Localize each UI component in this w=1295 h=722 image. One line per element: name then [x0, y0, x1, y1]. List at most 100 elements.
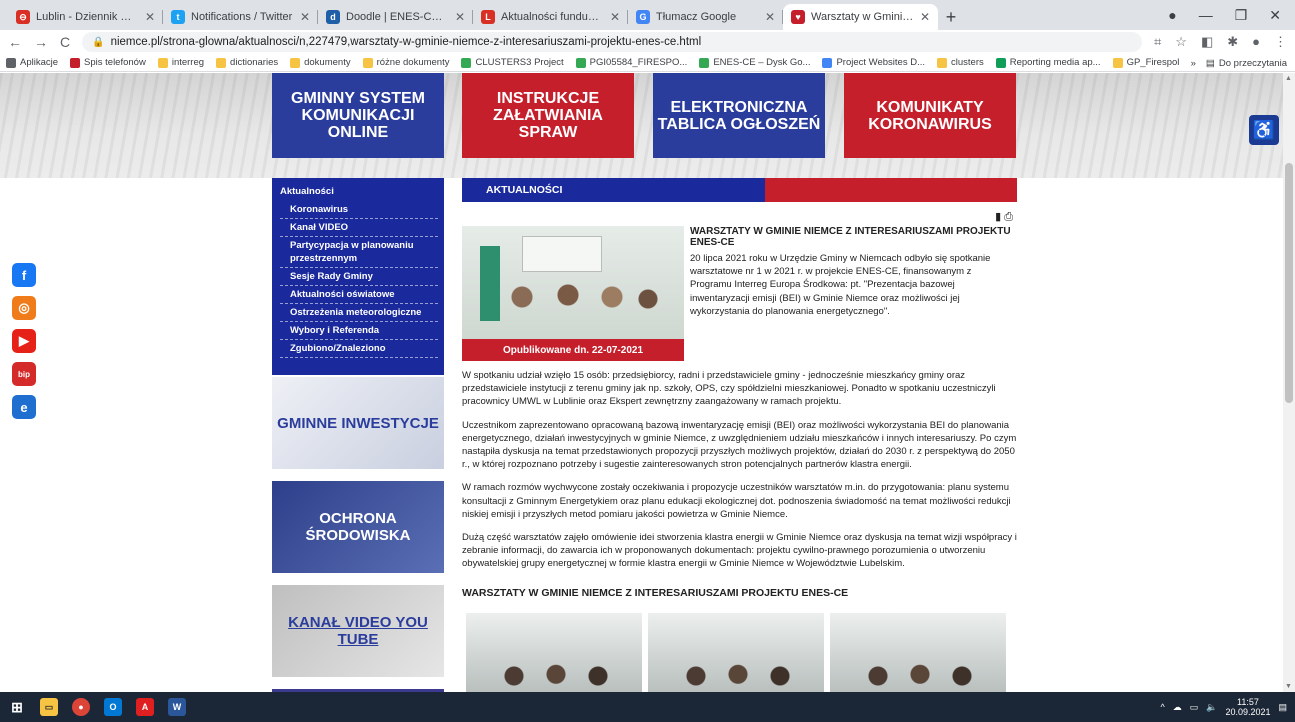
bookmarks-more-button[interactable]: » [1191, 58, 1196, 69]
profile-dot-icon[interactable]: ● [1168, 7, 1176, 23]
bip-icon[interactable]: bip [12, 362, 36, 386]
bookmark-item[interactable]: Project Websites D... [822, 57, 925, 68]
sidenav-heading[interactable]: Aktualności [280, 186, 438, 197]
sidenav-item[interactable]: Partycypacja w planowaniu przestrzennym [280, 237, 438, 268]
browser-tab[interactable]: L Aktualności fundusze europejskie ✕ [473, 4, 628, 30]
tab-favicon-icon: ⊖ [16, 10, 30, 24]
bookmark-item[interactable]: PGI05584_FIRESPO... [575, 57, 687, 68]
tab-close-icon[interactable]: ✕ [765, 10, 775, 24]
gallery-photo[interactable] [466, 612, 642, 692]
notifications-icon[interactable]: ▤ [1278, 702, 1287, 713]
bookmark-item[interactable]: ENES-CE – Dysk Go... [699, 57, 810, 68]
browser-tab[interactable]: t Notifications / Twitter ✕ [163, 4, 318, 30]
minimize-button[interactable]: — [1199, 7, 1213, 23]
back-button[interactable]: ← [8, 34, 22, 50]
article-summary: WARSZTATY W GMINIE NIEMCE Z INTERESARIUS… [690, 226, 1015, 318]
forward-button[interactable]: → [34, 34, 48, 50]
tile-komunikacja-online[interactable]: GMINNY SYSTEM KOMUNIKACJI ONLINE [272, 73, 444, 158]
extension-icon[interactable]: ◧ [1201, 34, 1213, 50]
article-paragraph: W spotkaniu udział wzięło 15 osób: przed… [462, 370, 996, 408]
scrollbar-thumb[interactable] [1285, 163, 1293, 403]
main-content: AKTUALNOŚCI ▮ ⎙ Opublikowane dn. 22-07-2… [462, 178, 1017, 692]
header-banner: GMINNY SYSTEM KOMUNIKACJI ONLINE INSTRUK… [0, 73, 1283, 178]
new-tab-button[interactable]: + [938, 4, 964, 30]
tile-instrukcje[interactable]: INSTRUKCJE ZAŁATWIANIA SPRAW [462, 73, 634, 158]
sidenav-item[interactable]: Kanał VIDEO [280, 219, 438, 237]
facebook-icon[interactable]: f [12, 263, 36, 287]
reading-list-button[interactable]: ▤ Do przeczytania [1206, 58, 1287, 69]
bookmark-item[interactable]: interreg [157, 57, 204, 68]
tab-close-icon[interactable]: ✕ [920, 10, 930, 24]
scroll-down-arrow-icon[interactable]: ▼ [1285, 683, 1292, 690]
bookmark-item[interactable]: clusters [937, 57, 984, 68]
e-urzad-icon[interactable]: e [12, 395, 36, 419]
sidenav-item[interactable]: Aktualności oświatowe [280, 286, 438, 304]
onedrive-icon[interactable]: ☁ [1173, 702, 1182, 713]
network-icon[interactable]: ▭ [1190, 702, 1199, 713]
promo-ochrona-srodowiska[interactable]: OCHRONA ŚRODOWISKA [272, 481, 444, 573]
puzzle-icon[interactable]: ✱ [1227, 34, 1238, 50]
word-icon[interactable]: W [168, 698, 186, 716]
tile-tablica-ogloszen[interactable]: ELEKTRONICZNA TABLICA OGŁOSZEŃ [653, 73, 825, 158]
tab-close-icon[interactable]: ✕ [610, 10, 620, 24]
bookmark-item[interactable]: Spis telefonów [70, 57, 146, 68]
profile-avatar-icon[interactable]: ● [1252, 34, 1260, 50]
tab-close-icon[interactable]: ✕ [455, 10, 465, 24]
sidenav-item[interactable]: Sesje Rady Gminy [280, 268, 438, 286]
radio-icon[interactable]: ◎ [12, 296, 36, 320]
file-explorer-icon[interactable]: ▭ [40, 698, 58, 716]
bookmark-item[interactable]: dictionaries [216, 57, 278, 68]
promo-label: OCHRONA ŚRODOWISKA [305, 510, 411, 544]
bookmark-item[interactable]: GP_Firespol [1112, 57, 1179, 68]
gallery-photo[interactable] [648, 612, 824, 692]
sidenav-item[interactable]: Zgubiono/Znaleziono [280, 340, 438, 358]
pdf-icon[interactable]: ▮ [995, 211, 1001, 223]
tile-koronawirus[interactable]: KOMUNIKATY KORONAWIRUS [844, 73, 1016, 158]
bookmark-folder-icon [822, 57, 833, 68]
promo-gminne-inwestycje[interactable]: GMINNE INWESTYCJE [272, 377, 444, 469]
article-photo[interactable]: Opublikowane dn. 22-07-2021 [462, 226, 684, 361]
bookmark-label: ENES-CE – Dysk Go... [713, 57, 811, 68]
sidenav-item[interactable]: Ostrzeżenia meteorologiczne [280, 304, 438, 322]
close-window-button[interactable]: ✕ [1269, 7, 1281, 24]
bookmark-item[interactable]: Aplikacje [6, 57, 58, 68]
tab-title: Notifications / Twitter [191, 11, 293, 23]
page-scrollbar[interactable]: ▲ ▼ [1283, 73, 1295, 692]
browser-tab[interactable]: G Tłumacz Google ✕ [628, 4, 783, 30]
tab-title: Aktualności fundusze europejskie [501, 11, 604, 23]
menu-kebab-icon[interactable]: ⋮ [1274, 34, 1287, 50]
bookmark-item[interactable]: Reporting media ap... [995, 57, 1101, 68]
browser-tab[interactable]: ⊖ Lublin - Dziennik Wschodni ✕ [8, 4, 163, 30]
scroll-up-arrow-icon[interactable]: ▲ [1285, 75, 1292, 82]
tray-clock[interactable]: 11:57 20.09.2021 [1225, 697, 1270, 717]
tab-favicon-icon: L [481, 10, 495, 24]
tab-favicon-icon: t [171, 10, 185, 24]
browser-tab[interactable]: d Doodle | ENES-CE Meeting in Bu ✕ [318, 4, 473, 30]
accessibility-button[interactable]: ♿ [1249, 115, 1279, 145]
acrobat-icon[interactable]: A [136, 698, 154, 716]
article-title: WARSZTATY W GMINIE NIEMCE Z INTERESARIUS… [690, 226, 1011, 248]
sidenav-item[interactable]: Wybory i Referenda [280, 322, 438, 340]
outlook-icon[interactable]: O [104, 698, 122, 716]
bookmark-item[interactable]: CLUSTERS3 Project [461, 57, 564, 68]
sidenav-item[interactable]: Koronawirus [280, 201, 438, 219]
translate-icon[interactable]: ⌗ [1154, 34, 1161, 50]
promo-kanal-video[interactable]: KANAŁ VIDEO YOU TUBE [272, 585, 444, 677]
bookmark-star-icon[interactable]: ☆ [1175, 34, 1187, 50]
browser-tab[interactable]: ♥ Warsztaty w Gminie Niemce z int ✕ [783, 4, 938, 30]
tab-close-icon[interactable]: ✕ [300, 10, 310, 24]
accessibility-icon: ♿ [1252, 119, 1276, 140]
address-bar[interactable]: 🔒 niemce.pl/strona-glowna/aktualnosci/n,… [82, 32, 1142, 52]
reload-button[interactable]: C [60, 34, 70, 50]
bookmark-item[interactable]: różne dokumenty [362, 57, 449, 68]
chrome-icon[interactable]: ● [72, 698, 90, 716]
bookmark-item[interactable]: dokumenty [290, 57, 351, 68]
youtube-icon[interactable]: ▶ [12, 329, 36, 353]
windows-start-icon[interactable]: ⊞ [8, 698, 26, 716]
print-icon[interactable]: ⎙ [1004, 211, 1013, 223]
tab-close-icon[interactable]: ✕ [145, 10, 155, 24]
restore-button[interactable]: ❐ [1235, 7, 1248, 24]
gallery-photo[interactable] [830, 612, 1006, 692]
volume-icon[interactable]: 🔈 [1206, 702, 1217, 713]
tray-chevron-icon[interactable]: ^ [1160, 702, 1164, 712]
